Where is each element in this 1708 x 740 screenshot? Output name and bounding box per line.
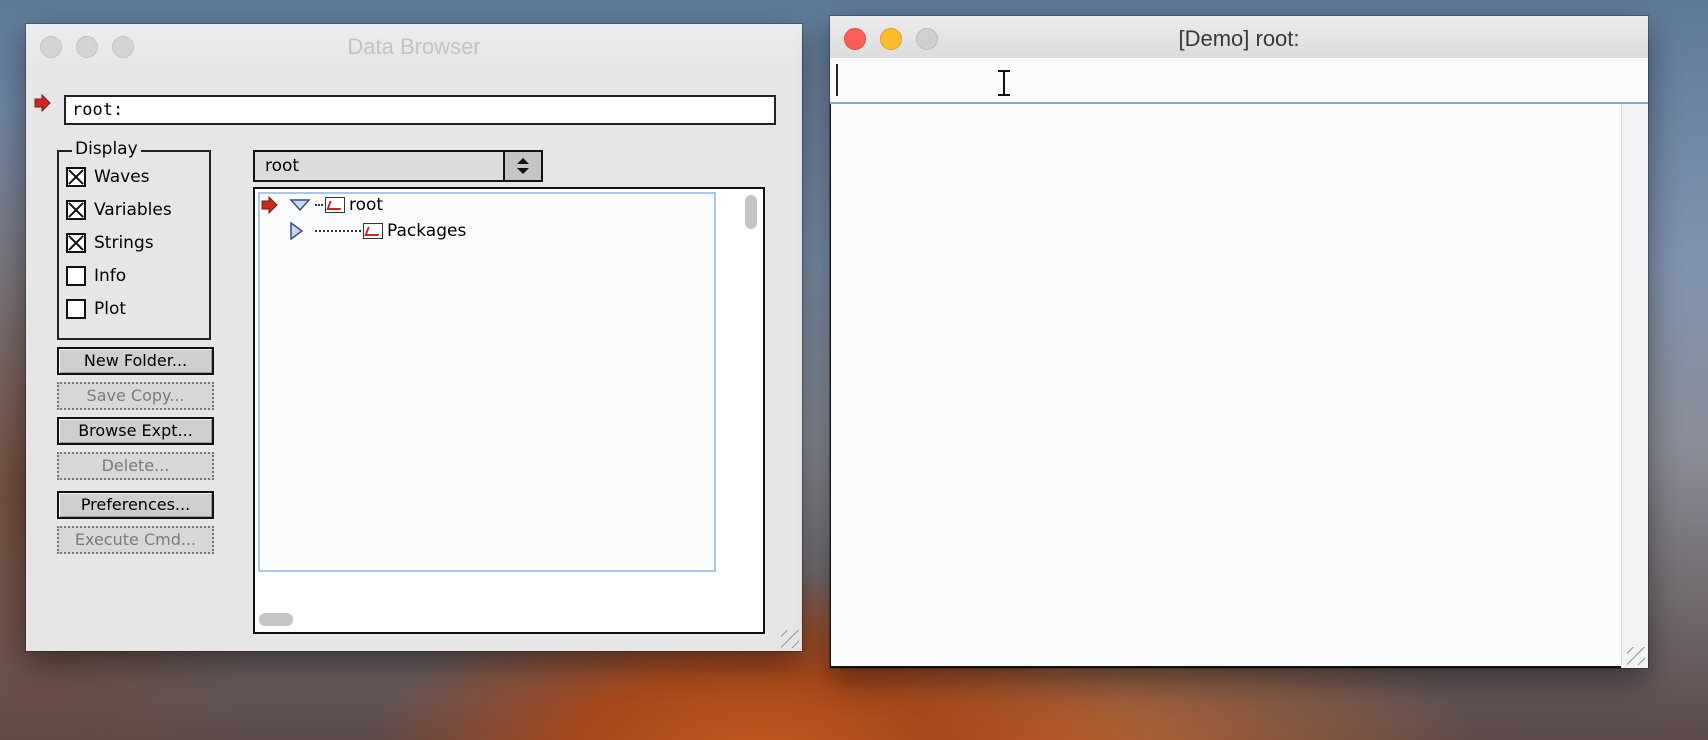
save-copy-button[interactable]: Save Copy... [57,382,214,410]
tree-connector [315,230,361,232]
command-window-titlebar[interactable]: [Demo] root: [830,16,1648,59]
tree-item-root[interactable]: root [261,195,383,215]
tree-item-label: Packages [387,221,467,241]
data-browser-titlebar[interactable]: Data Browser [26,24,802,66]
strings-checkbox[interactable] [66,233,86,253]
display-group-label: Display [72,139,141,159]
execute-cmd-button[interactable]: Execute Cmd... [57,526,214,554]
horizontal-scrollbar[interactable] [259,613,293,626]
checkbox-label: Info [94,266,127,286]
current-folder-arrow-icon [34,94,51,112]
command-window: [Demo] root: [830,16,1648,668]
checkbox-label: Variables [94,200,172,220]
data-browser-window: Data Browser root: Display Waves Variabl… [26,24,802,651]
checkbox-waves[interactable]: Waves [66,164,150,190]
disclosure-collapsed-icon[interactable] [289,221,305,241]
tree-item-label: root [349,195,384,215]
tree-viewport[interactable] [258,192,716,572]
checkbox-plot[interactable]: Plot [66,296,126,322]
window-title: [Demo] root: [1178,26,1300,51]
checkbox-strings[interactable]: Strings [66,230,154,256]
command-history-scrollbar[interactable] [1621,104,1648,668]
checkbox-variables[interactable]: Variables [66,197,172,223]
command-history-area[interactable] [830,104,1623,668]
data-tree-list[interactable]: root Packages [253,187,765,634]
ibeam-cursor-icon [998,70,1010,96]
waves-checkbox[interactable] [66,167,86,187]
current-folder-arrow-icon [261,196,278,214]
popup-arrows-icon [503,152,541,180]
current-path-field[interactable]: root: [64,95,776,125]
preferences-button[interactable]: Preferences... [57,491,214,519]
variables-checkbox[interactable] [66,200,86,220]
data-folder-icon [363,223,383,239]
checkbox-label: Plot [94,299,127,319]
disclosure-expanded-icon[interactable] [289,198,311,212]
resize-grip[interactable] [781,630,799,648]
resize-grip[interactable] [1627,647,1645,665]
info-checkbox[interactable] [66,266,86,286]
checkbox-label: Waves [94,167,150,187]
delete-button[interactable]: Delete... [57,452,214,480]
checkbox-label: Strings [94,233,154,253]
browse-expt-button[interactable]: Browse Expt... [57,417,214,445]
checkbox-info[interactable]: Info [66,263,126,289]
tree-connector [315,204,323,206]
new-folder-button[interactable]: New Folder... [57,347,214,375]
text-caret [836,64,838,96]
data-folder-icon [325,197,345,213]
folder-popup-value: root [265,156,300,176]
vertical-scrollbar[interactable] [745,195,757,229]
tree-item-packages[interactable]: Packages [289,221,466,241]
plot-checkbox[interactable] [66,299,86,319]
command-input[interactable] [830,58,1648,104]
window-title: Data Browser [347,34,481,59]
folder-popup[interactable]: root [253,150,543,182]
